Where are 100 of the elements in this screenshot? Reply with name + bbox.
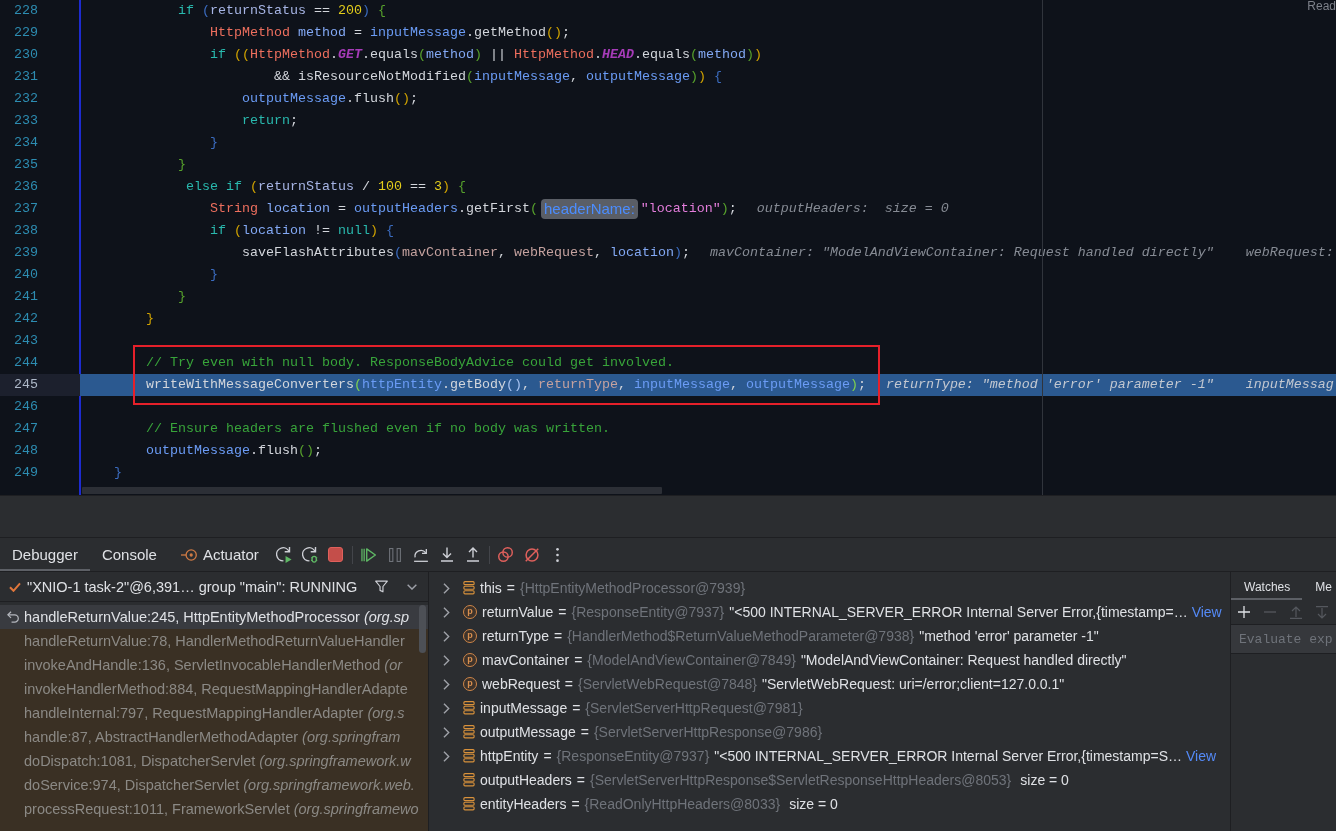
code-text: if (location != null) {: [210, 222, 394, 240]
parameter-badge: p: [463, 605, 477, 619]
equals-sign: =: [553, 628, 563, 644]
mute-breakpoints-icon[interactable]: [524, 547, 539, 562]
variable-type: {ModelAndViewContainer@7849}: [587, 652, 796, 668]
stack-frame[interactable]: handleInternal:797, RequestMappingHandlerAdapter (org.s: [0, 701, 428, 725]
view-link[interactable]: View: [1186, 748, 1217, 764]
stop-icon[interactable]: [328, 547, 344, 562]
reader-mode-button[interactable]: Read: [1307, 0, 1336, 12]
code-text: if (returnStatus == 200) {: [178, 2, 386, 20]
variable-name: webRequest: [482, 676, 560, 692]
code-text: // Ensure headers are flushed even if no body was written.: [146, 420, 610, 438]
equals-sign: =: [572, 700, 581, 716]
chevron-right-icon[interactable]: [443, 678, 450, 690]
stack-frame[interactable]: doDispatch:1081, DispatcherServlet (org.springframework.w: [0, 749, 428, 773]
variable-size: size = 0: [1020, 772, 1069, 788]
chevron-right-icon[interactable]: [443, 702, 450, 714]
equals-sign: =: [543, 748, 552, 764]
inline-value-hint: inputMessag: [1245, 376, 1334, 394]
variable-type: {ServletServerHttpRequest@7981}: [585, 700, 803, 716]
variable-name: returnType: [482, 628, 549, 644]
line-number: 233: [14, 112, 38, 130]
more-icon[interactable]: [556, 547, 560, 562]
stack-frame[interactable]: doService:974, DispatcherServlet (org.springframework.web.: [0, 773, 428, 797]
stack-frame[interactable]: handleReturnValue:78, HandlerMethodReturnValueHandler: [0, 629, 428, 653]
stack-frame[interactable]: processRequest:1011, FrameworkServlet (org.springframewo: [0, 797, 428, 821]
line-number: 234: [14, 134, 38, 152]
inline-value-hint: outputHeaders: size = 0: [756, 200, 949, 218]
line-number: 243: [14, 332, 38, 350]
variable-type: {ServletServerHttpResponse@7986}: [593, 724, 823, 740]
variable-value: "method 'error' parameter -1": [919, 628, 1099, 644]
code-text: return;: [241, 112, 298, 130]
chevron-right-icon[interactable]: [443, 630, 450, 642]
resume-icon[interactable]: [361, 547, 377, 562]
parameter-badge: p: [463, 629, 477, 643]
view-link[interactable]: View: [1191, 604, 1222, 620]
line-number: 246: [14, 398, 38, 416]
code-text: }: [210, 266, 218, 284]
equals-sign: =: [558, 604, 567, 620]
variable-name: outputHeaders: [480, 772, 572, 788]
variable-type: {HandlerMethod$ReturnValueMethodParameter@7938}: [567, 628, 915, 644]
chevron-down-icon[interactable]: [407, 583, 417, 590]
chevron-right-icon[interactable]: [443, 654, 450, 666]
step-over-icon[interactable]: [412, 547, 429, 562]
line-number: 241: [14, 288, 38, 306]
filter-icon[interactable]: [375, 580, 388, 593]
variable-type: {ResponseEntity@7937}: [571, 604, 725, 620]
stacked-bars-icon: [463, 581, 475, 595]
rerun-icon[interactable]: [275, 546, 292, 563]
parameter-badge: p: [463, 653, 477, 667]
stack-frame[interactable]: handleReturnValue:245, HttpEntityMethodProcessor (org.sp: [0, 605, 428, 629]
chevron-right-icon[interactable]: [443, 606, 450, 618]
variable-type: {ServletWebRequest@7848}: [578, 676, 757, 692]
tab[interactable]: Debugger: [0, 538, 90, 571]
tab[interactable]: Console: [89, 538, 169, 571]
parameter-badge: p: [463, 677, 477, 691]
equals-sign: =: [571, 796, 580, 812]
chevron-right-icon[interactable]: [443, 726, 450, 738]
vertical-scrollbar[interactable]: [419, 605, 426, 653]
line-number: 248: [14, 442, 38, 460]
return-arrow-icon: [7, 611, 19, 623]
thread-selector[interactable]: "XNIO-1 task-2"@6,391… group "main": RUNNING: [27, 578, 375, 595]
equals-sign: =: [576, 772, 586, 788]
line-number: 245: [14, 376, 38, 394]
line-number: 236: [14, 178, 38, 196]
variable-type: {ReadOnlyHttpHeaders@8033}: [584, 796, 781, 812]
chevron-right-icon[interactable]: [443, 750, 450, 762]
line-number: 237: [14, 200, 38, 218]
code-text: HttpMethod method = inputMessage.getMethod();: [210, 24, 570, 42]
stack-frame[interactable]: invokeAndHandle:136, ServletInvocableHandlerMethod (or: [0, 653, 428, 677]
code-text: // Try even with null body. ResponseBodyAdvice could get involved.: [146, 354, 674, 372]
plus-icon[interactable]: [1238, 606, 1250, 618]
variable-name: inputMessage: [480, 700, 568, 716]
stacked-bars-icon: [463, 749, 475, 763]
rerun-bug-icon[interactable]: [301, 546, 318, 563]
chevron-right-icon[interactable]: [443, 582, 450, 594]
equals-sign: =: [564, 676, 573, 692]
stacked-bars-icon: [463, 725, 475, 739]
tab[interactable]: Watches: [1231, 572, 1303, 600]
line-number: 228: [14, 2, 38, 20]
target-icon: [180, 548, 197, 561]
equals-sign: =: [506, 580, 515, 596]
check-icon: [9, 581, 21, 592]
step-out-icon[interactable]: [465, 547, 480, 562]
code-text: else if (returnStatus / 100 == 3) {: [186, 178, 466, 196]
tab[interactable]: Me: [1302, 572, 1336, 600]
stack-frame[interactable]: invokeHandlerMethod:884, RequestMappingHandlerAdapte: [0, 677, 428, 701]
code-text: String location = outputHeaders.getFirst(: [210, 200, 538, 218]
horizontal-scrollbar[interactable]: [82, 487, 662, 494]
step-into-icon[interactable]: [439, 547, 454, 562]
stack-frame[interactable]: handle:87, AbstractHandlerMethodAdapter (org.springfram: [0, 725, 428, 749]
tab[interactable]: Actuator: [168, 538, 271, 571]
code-text: outputMessage.flush();: [241, 90, 418, 108]
code-text: }: [146, 310, 154, 328]
code-text: writeWithMessageConverters(httpEntity.getBody(), returnType, inputMessage, outputMessage);: [146, 376, 866, 394]
line-number: 249: [14, 464, 38, 482]
expression-field[interactable]: Evaluate exp: [1231, 624, 1336, 654]
variable-name: httpEntity: [480, 748, 539, 764]
variable-name: mavContainer: [482, 652, 570, 668]
breakpoints-icon[interactable]: [498, 547, 514, 562]
